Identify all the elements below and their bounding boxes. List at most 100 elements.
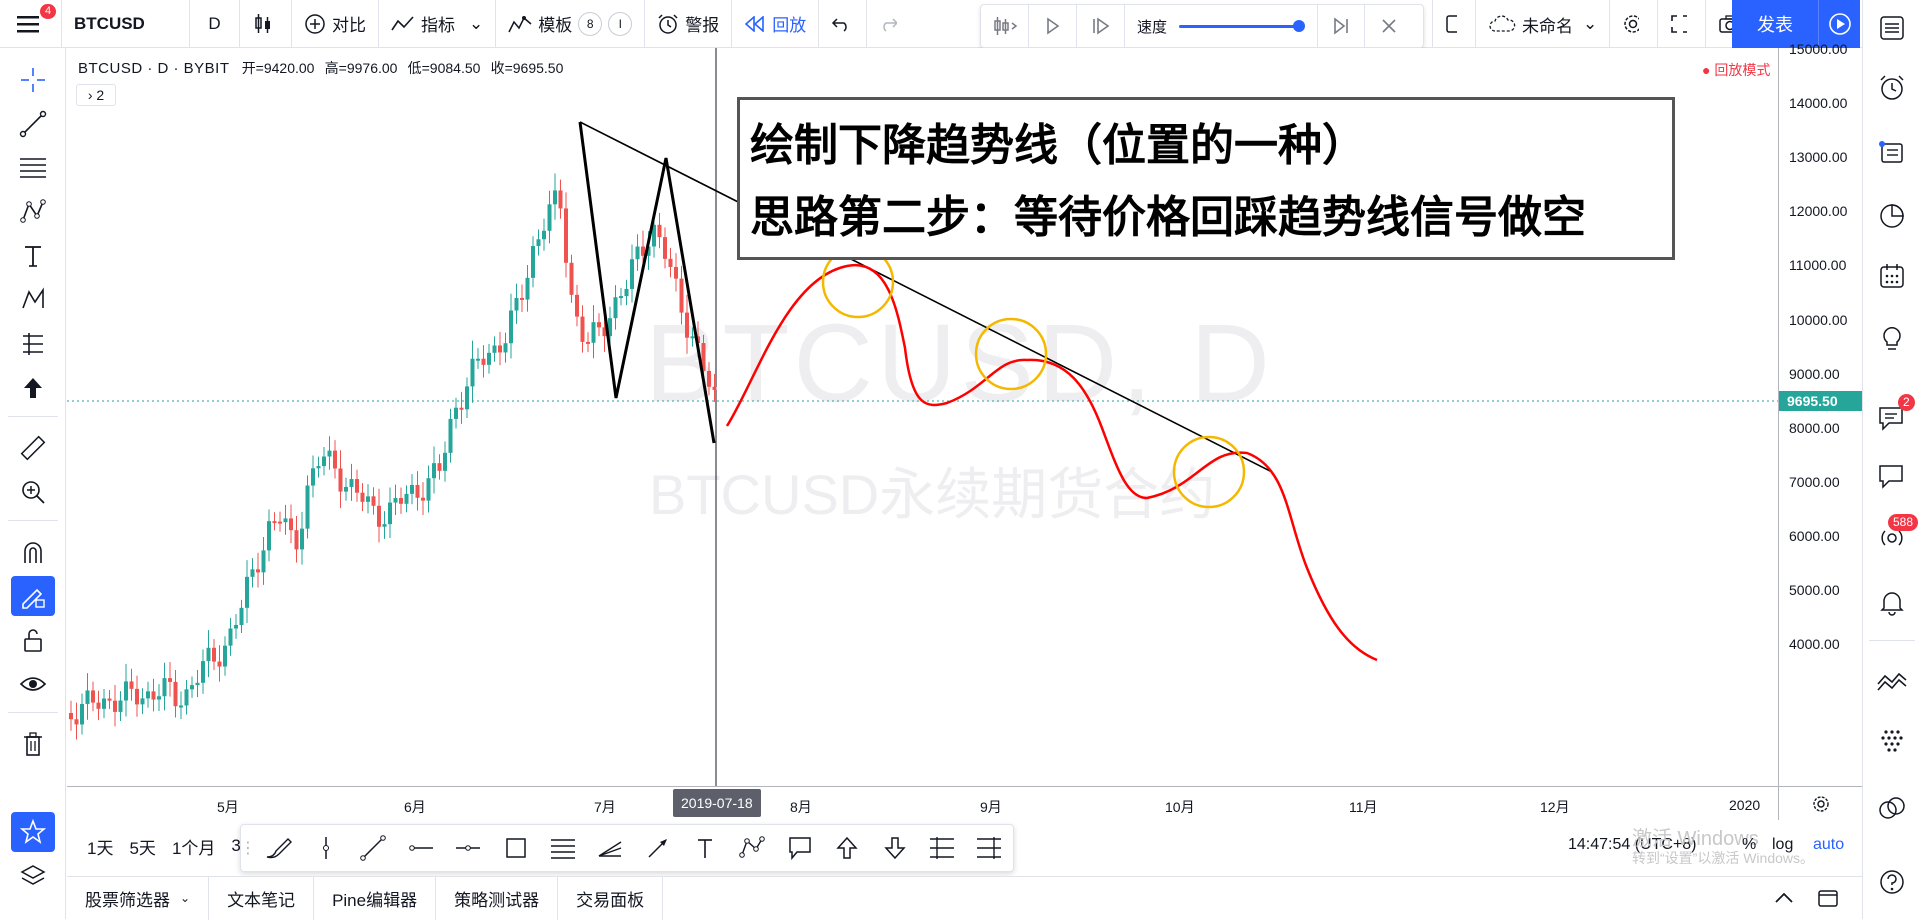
play-button[interactable] xyxy=(1029,4,1077,48)
drag-handle[interactable]: ⋮ xyxy=(240,825,256,871)
range-5d[interactable]: 5天 xyxy=(129,834,155,859)
zoom-tool[interactable] xyxy=(11,472,55,512)
trendline-tool[interactable] xyxy=(11,104,55,144)
tab-trading-panel[interactable]: 交易面板 xyxy=(558,876,664,920)
fullscreen-square-button[interactable] xyxy=(1432,0,1476,48)
horizontal-line-tool[interactable] xyxy=(445,825,492,871)
auto-scale-toggle[interactable]: auto xyxy=(1813,836,1844,854)
chats-button[interactable]: 2 xyxy=(1872,394,1915,438)
maximize-panel-button[interactable] xyxy=(1817,887,1839,914)
hide-drawings-tool[interactable] xyxy=(11,664,55,704)
fullscreen-button[interactable] xyxy=(1658,0,1707,48)
crosshair-icon xyxy=(21,68,45,92)
zoom-in-icon xyxy=(22,481,45,504)
speed-slider-knob[interactable] xyxy=(1293,19,1306,32)
layout-name-button[interactable]: 未命名 ⌄ xyxy=(1476,0,1611,48)
vertical-line-tool[interactable] xyxy=(302,825,349,871)
calendar-button[interactable] xyxy=(1872,256,1912,296)
timeframe-button[interactable]: D xyxy=(190,0,240,48)
text-icon xyxy=(25,246,41,267)
tab-text-notes[interactable]: 文本笔记 xyxy=(209,876,315,920)
annotation-text-box[interactable]: 绘制下降趋势线（位置的一种） 思路第二步：等待价格回踩趋势线信号做空 xyxy=(737,97,1675,260)
callout-tool[interactable] xyxy=(776,825,823,871)
time-axis[interactable]: 2019-07-18 5月 6月 7月 8月 9月 10月 11月 12月 2020 xyxy=(67,786,1778,820)
jump-to-realtime-button[interactable] xyxy=(1317,4,1366,48)
arrow-tool[interactable] xyxy=(11,368,55,408)
stay-in-drawing-mode-tool[interactable] xyxy=(11,576,55,616)
pattern-tool[interactable] xyxy=(11,192,55,232)
price-range-tool[interactable] xyxy=(918,825,965,871)
percent-toggle[interactable]: % xyxy=(1742,836,1756,854)
data-window-button[interactable] xyxy=(1872,132,1912,172)
xabcd-tool[interactable] xyxy=(11,280,55,320)
candle-body xyxy=(547,204,552,231)
ideas-button[interactable] xyxy=(1872,318,1912,358)
rectangle-tool[interactable] xyxy=(492,825,539,871)
watchlist-button[interactable] xyxy=(1872,8,1912,48)
private-chats-button[interactable] xyxy=(1872,456,1912,496)
replay-button[interactable]: 回放 xyxy=(732,0,820,48)
parallel-lines-tool[interactable] xyxy=(539,825,586,871)
text-tool-2[interactable] xyxy=(681,825,728,871)
range-1m[interactable]: 1个月 xyxy=(172,834,215,859)
tab-pine-editor[interactable]: Pine编辑器 xyxy=(314,876,437,920)
lock-drawings-tool[interactable] xyxy=(11,620,55,660)
chart-type-button[interactable] xyxy=(240,0,292,48)
price-axis[interactable]: 9695.50 15000.00 14000.00 13000.00 12000.00… xyxy=(1778,41,1863,786)
text-tool[interactable] xyxy=(11,236,55,276)
measure-tool[interactable] xyxy=(11,428,55,468)
replay-select-bar-button[interactable] xyxy=(981,4,1029,48)
step-forward-button[interactable] xyxy=(1077,4,1125,48)
log-toggle[interactable]: log xyxy=(1772,836,1793,854)
candle-body xyxy=(305,485,310,529)
trendline-tool-2[interactable] xyxy=(350,825,397,871)
arrow-down-tool[interactable] xyxy=(871,825,918,871)
brush-tool[interactable] xyxy=(255,825,302,871)
templates-button[interactable]: 模板 8 I xyxy=(496,0,646,48)
projection-tool[interactable] xyxy=(11,324,55,364)
object-tree-tool[interactable] xyxy=(11,856,55,896)
remove-drawings-tool[interactable] xyxy=(11,724,55,764)
magnet-tool[interactable] xyxy=(11,532,55,572)
close-replay-button[interactable] xyxy=(1365,4,1413,48)
alerts-button[interactable] xyxy=(1872,68,1912,108)
star-icon xyxy=(20,819,46,844)
order-panel-button[interactable] xyxy=(1872,660,1912,700)
tab-strategy-tester[interactable]: 策略测试器 xyxy=(436,876,559,920)
time-axis-label: 11月 xyxy=(1349,799,1378,815)
horizontal-ray-tool[interactable] xyxy=(397,825,444,871)
path-tool[interactable] xyxy=(729,825,776,871)
collapse-panel-button[interactable] xyxy=(1773,887,1795,914)
undo-button[interactable] xyxy=(819,0,868,48)
alert-button[interactable]: 警报 xyxy=(645,0,733,48)
range-1d[interactable]: 1天 xyxy=(87,834,113,859)
arrow-up-tool[interactable] xyxy=(824,825,871,871)
settings-button[interactable] xyxy=(1610,0,1659,48)
tab-stock-screener[interactable]: 股票筛选器 ⌄ xyxy=(67,876,210,920)
date-range-tool[interactable] xyxy=(966,825,1013,871)
favorites-tool[interactable] xyxy=(11,812,55,852)
notifications-button[interactable] xyxy=(1872,582,1912,622)
fib-tool[interactable] xyxy=(11,148,55,188)
main-menu-button[interactable]: 4 xyxy=(0,0,62,48)
brush-icon xyxy=(266,838,292,859)
crosshair-tool[interactable] xyxy=(11,60,55,100)
axis-settings-button[interactable] xyxy=(1778,786,1862,820)
pitchfan-tool[interactable] xyxy=(587,825,634,871)
symbol-search-button[interactable]: BTCUSD xyxy=(62,0,190,48)
arrow-line-tool[interactable] xyxy=(634,825,681,871)
price-axis-label: 13000.00 xyxy=(1789,149,1848,166)
price-axis-label: 9000.00 xyxy=(1789,365,1840,382)
hotlist-button[interactable] xyxy=(1872,196,1912,236)
redo-button[interactable] xyxy=(867,0,915,48)
streams-button[interactable]: 588 xyxy=(1872,514,1919,558)
dom-button[interactable] xyxy=(1872,720,1912,760)
legend-symbol[interactable]: BTCUSD · D · BYBIT xyxy=(78,60,230,77)
speed-slider[interactable] xyxy=(1179,19,1306,32)
indicators-button[interactable]: 指标 ⌄ xyxy=(379,0,497,48)
legend-collapse-button[interactable]: › 2 xyxy=(76,84,116,106)
help-button[interactable] xyxy=(1872,862,1912,902)
coins-button[interactable] xyxy=(1872,788,1912,828)
compare-button[interactable]: 对比 xyxy=(292,0,379,48)
gear-icon xyxy=(1624,15,1640,33)
